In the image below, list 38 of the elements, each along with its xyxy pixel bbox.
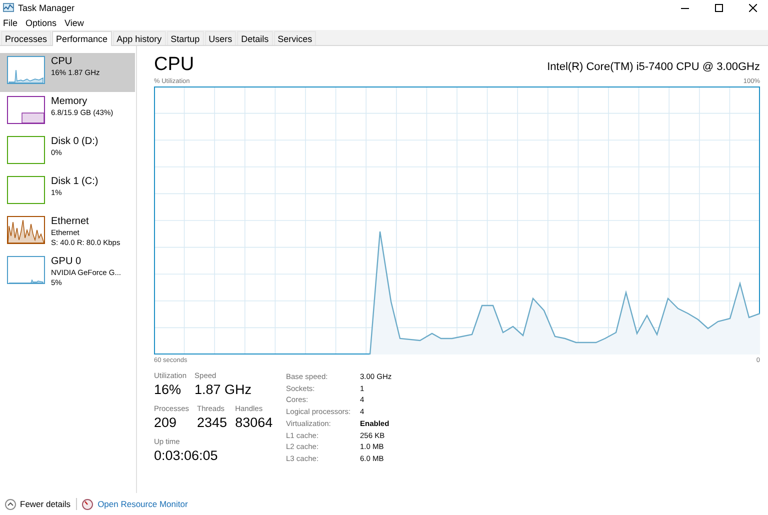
tab[interactable]: App history [112, 31, 166, 45]
gauge-icon [82, 498, 93, 510]
resource-name: Memory [51, 96, 88, 108]
disk-thumbnail-graph [7, 176, 45, 204]
tab[interactable]: Services [274, 31, 316, 45]
resource-name: Ethernet [51, 216, 90, 228]
processor-name: Intel(R) Core(TM) i5-7400 CPU @ 3.00GHz [547, 61, 760, 75]
close-icon [749, 4, 757, 12]
stat-value: 83064 [235, 414, 273, 431]
resource-title: CPU [154, 54, 194, 76]
tab[interactable]: Details [237, 31, 273, 45]
task-manager-app-icon [3, 2, 14, 12]
resource-name: GPU 0 [51, 256, 82, 268]
resource-name: CPU [51, 56, 74, 68]
menu-item[interactable]: View [64, 18, 84, 28]
resource-name: Disk 1 (C:) [51, 176, 98, 188]
chevron-up-icon [5, 498, 16, 510]
tab[interactable]: Users [204, 31, 236, 45]
memory-thumbnail-graph [7, 96, 45, 124]
cpu-thumbnail-graph [7, 56, 45, 84]
stat-value: 0:03:06:05 [154, 447, 218, 464]
stat-value: 209 [154, 414, 178, 431]
stat-value: 1.87 GHz [194, 381, 252, 398]
resource-monitor-link[interactable]: Open Resource Monitor [98, 499, 188, 509]
tab[interactable]: Processes [1, 31, 52, 45]
window-title: Task Manager [18, 2, 76, 12]
fewer-details-button[interactable]: Fewer details [5, 498, 71, 510]
ethernet-thumbnail-graph [7, 216, 45, 244]
gpu-thumbnail-graph [7, 256, 45, 284]
stat-value: 2345 [197, 414, 228, 431]
resource-name: Disk 0 (D:) [51, 136, 98, 148]
maximize-icon [715, 4, 723, 12]
menu-item[interactable]: Options [26, 18, 57, 28]
stat-value: 16% [154, 381, 182, 398]
disk-thumbnail-graph [7, 136, 45, 164]
menu-item[interactable]: File [3, 18, 18, 28]
tab[interactable]: Startup [166, 31, 204, 45]
tab[interactable]: Performance [52, 31, 112, 46]
